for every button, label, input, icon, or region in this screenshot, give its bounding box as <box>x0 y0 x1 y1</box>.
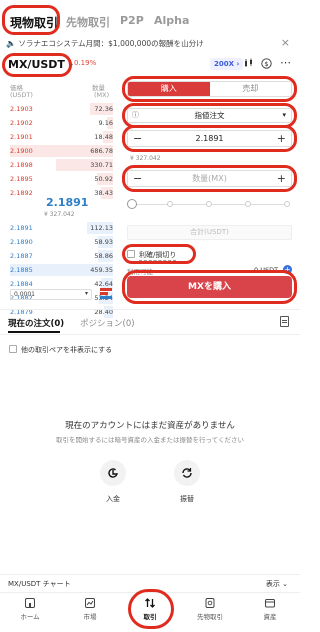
row-qty: 58.86 <box>94 252 113 260</box>
nav-assets[interactable]: 資産 <box>240 597 300 621</box>
home-icon <box>25 598 35 608</box>
highlight-ring <box>122 125 297 152</box>
price-fiat-note: ¥ 327.042 <box>130 155 161 162</box>
row-qty: 9.16 <box>98 119 113 127</box>
tab-underline <box>8 331 60 333</box>
row-qty: 112.13 <box>90 224 113 232</box>
last-price-fiat: ¥ 327.042 <box>44 211 75 218</box>
last-price: 2.1891 <box>46 196 89 209</box>
nav-home[interactable]: ホーム <box>0 597 60 621</box>
ask-row[interactable]: 2.1901 18.48 <box>10 131 113 143</box>
bid-row[interactable]: 2.1885 459.35 <box>10 264 113 276</box>
ask-row[interactable]: 2.1898 330.71 <box>10 159 113 171</box>
row-qty: 330.71 <box>90 161 113 169</box>
total-field[interactable]: 合計(USDT) <box>127 225 292 240</box>
nav-market[interactable]: 市場 <box>60 597 120 621</box>
nav-futures-label: 先物取引 <box>197 613 223 621</box>
highlight-ring <box>122 165 297 192</box>
dollar-circle-icon[interactable]: $ <box>261 58 272 72</box>
chart-show-toggle[interactable]: 表示 ⌄ <box>266 579 288 589</box>
highlight-ring <box>2 53 72 77</box>
ask-row[interactable]: 2.1903 72.36 <box>10 103 113 115</box>
row-price: 2.1890 <box>10 238 33 246</box>
bid-row[interactable]: 2.1887 58.86 <box>10 250 113 262</box>
bid-row[interactable]: 2.1890 58.93 <box>10 236 113 248</box>
row-qty: 72.36 <box>94 105 113 113</box>
leverage-badge[interactable]: 200X › <box>210 58 244 70</box>
row-qty: 42.64 <box>94 280 113 288</box>
row-price: 2.1885 <box>10 266 33 274</box>
futures-icon <box>205 598 215 608</box>
row-price: 2.1901 <box>10 133 33 141</box>
deposit-label: 入金 <box>106 495 120 503</box>
divider <box>0 334 300 335</box>
empty-state-title: 現在のアカウントにはまだ資産がありません <box>65 421 235 431</box>
empty-state-subtitle: 取引を開始するには暗号資産の入金または振替を行ってください <box>56 436 244 444</box>
bid-row[interactable]: 2.1891 112.13 <box>10 222 113 234</box>
banner-text: ソラナエコシステム月間：$1,000,000の報酬を山分け <box>18 39 204 48</box>
close-icon[interactable]: × <box>281 36 290 49</box>
row-price: 2.1902 <box>10 119 33 127</box>
ask-row[interactable]: 2.1900 686.78 <box>10 145 113 157</box>
row-price: 2.1898 <box>10 161 33 169</box>
transfer-icon <box>182 468 192 478</box>
row-qty: 686.78 <box>90 147 113 155</box>
announcement-banner[interactable]: 🔈 ソラナエコシステム月間：$1,000,000の報酬を山分け <box>6 38 204 49</box>
precision-select[interactable]: 0.0001 ▾ <box>10 289 92 300</box>
caret-down-icon: ▾ <box>84 290 88 297</box>
tab-futures[interactable]: 先物取引 <box>66 14 110 30</box>
deposit-button[interactable] <box>100 460 126 486</box>
row-price: 2.1891 <box>10 224 33 232</box>
tab-positions[interactable]: ポジション(0) <box>80 317 135 329</box>
row-price: 2.1887 <box>10 252 33 260</box>
highlight-ring <box>122 76 297 102</box>
ask-row[interactable]: 2.1902 9.16 <box>10 117 113 129</box>
highlight-ring <box>122 244 196 264</box>
row-price: 2.1892 <box>10 189 33 197</box>
row-qty: 58.93 <box>94 238 113 246</box>
highlight-ring <box>122 270 297 304</box>
row-qty: 18.48 <box>94 133 113 141</box>
divider <box>0 309 300 310</box>
deposit-icon <box>108 468 118 478</box>
tab-alpha[interactable]: Alpha <box>154 14 189 27</box>
row-qty: 38.43 <box>94 189 113 197</box>
row-qty: 50.92 <box>94 175 113 183</box>
depth-toggle-icon[interactable] <box>100 288 112 300</box>
svg-text:$: $ <box>264 60 268 68</box>
more-icon[interactable]: ⋯ <box>280 56 291 69</box>
slider-handle[interactable] <box>127 199 137 209</box>
qty-unit: (MX) <box>94 91 110 99</box>
nav-market-label: 市場 <box>83 613 97 621</box>
nav-home-label: ホーム <box>20 613 40 621</box>
hide-other-pairs-label[interactable]: 他の取引ペアを非表示にする <box>21 345 112 355</box>
slider-step[interactable] <box>206 201 212 207</box>
slider-step[interactable] <box>284 201 290 207</box>
market-icon <box>85 598 95 608</box>
price-change: 0.19% <box>74 59 97 67</box>
slider-step[interactable] <box>245 201 251 207</box>
wallet-icon <box>265 599 275 608</box>
price-unit: (USDT) <box>10 91 33 99</box>
highlight-ring <box>2 5 60 35</box>
nav-futures[interactable]: 先物取引 <box>180 597 240 621</box>
row-price: 2.1884 <box>10 280 33 288</box>
slider-step[interactable] <box>167 201 173 207</box>
row-price: 2.1900 <box>10 147 33 155</box>
highlight-ring <box>128 589 174 629</box>
row-price: 2.1903 <box>10 105 33 113</box>
transfer-label: 振替 <box>180 495 194 503</box>
candle-icon[interactable] <box>244 58 254 71</box>
tab-open-orders[interactable]: 現在の注文(0) <box>8 317 64 329</box>
nav-assets-label: 資産 <box>263 613 277 621</box>
chart-label: MX/USDT チャート <box>8 580 71 588</box>
hide-other-pairs-checkbox[interactable] <box>9 345 17 353</box>
order-history-icon[interactable] <box>280 316 289 327</box>
speaker-icon: 🔈 <box>6 39 16 48</box>
row-qty: 459.35 <box>90 266 113 274</box>
transfer-button[interactable] <box>174 460 200 486</box>
ask-row[interactable]: 2.1895 50.92 <box>10 173 113 185</box>
tab-p2p[interactable]: P2P <box>120 14 144 27</box>
row-price: 2.1895 <box>10 175 33 183</box>
